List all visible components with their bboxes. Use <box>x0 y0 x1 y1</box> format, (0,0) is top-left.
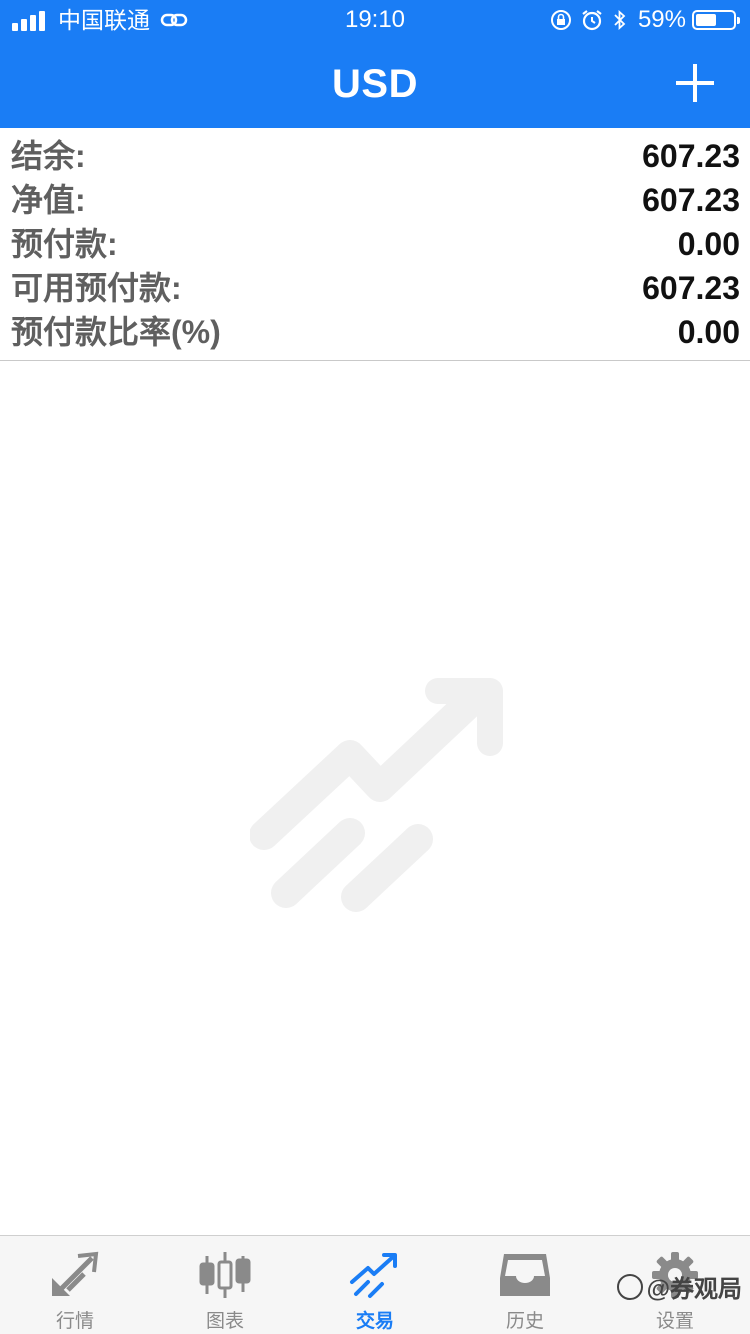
tab-history[interactable]: 历史 <box>450 1236 600 1334</box>
quotes-arrows-icon <box>52 1251 99 1296</box>
tab-chart[interactable]: 图表 <box>150 1236 300 1334</box>
summary-row-balance: 结余: 607.23 <box>0 134 750 178</box>
brand-watermark: @券观局 <box>616 1269 742 1304</box>
alarm-icon <box>582 10 602 31</box>
summary-row-margin: 预付款: 0.00 <box>0 222 750 266</box>
balance-value: 607.23 <box>642 138 740 174</box>
add-button[interactable] <box>676 64 714 102</box>
tab-label-chart: 图表 <box>205 1311 244 1332</box>
free-margin-label: 可用预付款: <box>11 270 182 306</box>
title-bar: USD <box>0 40 750 128</box>
orientation-lock-icon <box>550 10 571 30</box>
battery-icon <box>692 10 740 30</box>
tab-label-settings: 设置 <box>655 1311 694 1332</box>
margin-value: 0.00 <box>677 226 740 262</box>
balance-label: 结余: <box>11 138 86 174</box>
trade-trend-icon <box>350 1253 397 1298</box>
empty-trade-icon <box>250 678 503 912</box>
bluetooth-icon <box>614 9 626 31</box>
tab-label-quotes: 行情 <box>55 1311 94 1332</box>
summary-row-free-margin: 可用预付款: 607.23 <box>0 266 750 310</box>
tab-label-history: 历史 <box>505 1311 544 1332</box>
candlestick-icon <box>199 1252 251 1298</box>
app-header: 中国联通 19:10 59% USD <box>0 0 750 128</box>
brand-watermark-text: @券观局 <box>646 1276 742 1303</box>
margin-level-value: 0.00 <box>677 314 740 350</box>
tab-trade[interactable]: 交易 <box>300 1236 450 1334</box>
tab-quotes[interactable]: 行情 <box>0 1236 150 1334</box>
margin-label: 预付款: <box>11 226 118 262</box>
status-bar: 中国联通 19:10 59% <box>0 0 750 40</box>
brand-logo-icon <box>616 1273 643 1300</box>
account-summary: 结余: 607.23 净值: 607.23 预付款: 0.00 可用预付款: 6… <box>0 134 750 361</box>
equity-label: 净值: <box>11 182 86 218</box>
summary-row-equity: 净值: 607.23 <box>0 178 750 222</box>
page-title: USD <box>332 62 418 106</box>
equity-value: 607.23 <box>642 182 740 218</box>
summary-row-margin-level: 预付款比率(%) 0.00 <box>0 310 750 354</box>
margin-level-label: 预付款比率(%) <box>11 314 221 350</box>
tab-label-trade: 交易 <box>355 1311 394 1332</box>
free-margin-value: 607.23 <box>642 270 740 306</box>
inbox-tray-icon <box>500 1254 550 1296</box>
status-right: 59% <box>542 0 740 40</box>
battery-percent: 59% <box>637 6 686 33</box>
